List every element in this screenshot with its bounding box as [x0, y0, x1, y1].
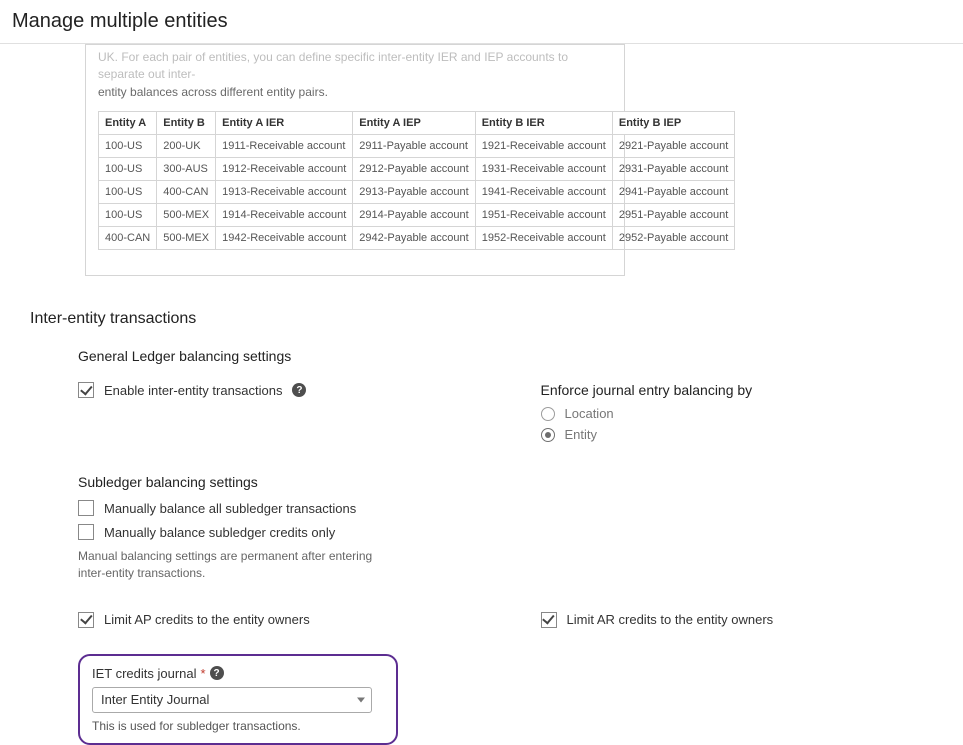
table-cell: 1931-Receivable account: [475, 158, 612, 181]
table-cell: 100-US: [99, 181, 157, 204]
table-cell: 2931-Payable account: [612, 158, 734, 181]
cb-limit-ar[interactable]: [541, 612, 557, 628]
required-icon: *: [201, 666, 206, 681]
subledger-heading: Subledger balancing settings: [78, 474, 933, 490]
enable-iet-checkbox[interactable]: [78, 382, 94, 398]
table-cell: 1951-Receivable account: [475, 204, 612, 227]
table-cell: 1914-Receivable account: [216, 204, 353, 227]
subledger-note: Manual balancing settings are permanent …: [78, 548, 378, 582]
iet-journal-select[interactable]: Inter Entity Journal: [92, 687, 372, 713]
table-cell: 2913-Payable account: [353, 181, 475, 204]
table-cell: 2914-Payable account: [353, 204, 475, 227]
table-header: Entity B IEP: [612, 112, 734, 135]
chevron-down-icon: [357, 697, 365, 702]
iet-section-heading: Inter-entity transactions: [30, 310, 933, 328]
radio-entity-label: Entity: [565, 427, 598, 442]
table-row: 100-US200-UK1911-Receivable account2911-…: [99, 135, 735, 158]
table-cell: 1911-Receivable account: [216, 135, 353, 158]
table-cell: 2952-Payable account: [612, 227, 734, 250]
table-cell: 1912-Receivable account: [216, 158, 353, 181]
iet-journal-label: IET credits journal: [92, 666, 197, 681]
table-cell: 400-CAN: [157, 181, 216, 204]
table-row: 400-CAN500-MEX1942-Receivable account294…: [99, 227, 735, 250]
table-cell: 100-US: [99, 135, 157, 158]
table-header: Entity B IER: [475, 112, 612, 135]
enforce-balancing-label: Enforce journal entry balancing by: [541, 382, 934, 398]
iet-journal-value: Inter Entity Journal: [101, 692, 209, 707]
table-cell: 2912-Payable account: [353, 158, 475, 181]
radio-location-label: Location: [565, 406, 614, 421]
table-cell: 100-US: [99, 158, 157, 181]
table-row: 100-US300-AUS1912-Receivable account2912…: [99, 158, 735, 181]
gl-heading: General Ledger balancing settings: [78, 348, 933, 364]
table-cell: 300-AUS: [157, 158, 216, 181]
cb-limit-ap-label: Limit AP credits to the entity owners: [104, 612, 310, 627]
page-title: Manage multiple entities: [0, 0, 963, 44]
radio-entity[interactable]: [541, 428, 555, 442]
table-cell: 2911-Payable account: [353, 135, 475, 158]
table-header: Entity A IEP: [353, 112, 475, 135]
enable-iet-label: Enable inter-entity transactions: [104, 383, 282, 398]
table-header: Entity A IER: [216, 112, 353, 135]
iet-journal-hint: This is used for subledger transactions.: [92, 719, 382, 733]
iet-journal-highlight: IET credits journal * ? Inter Entity Jou…: [78, 654, 398, 745]
table-cell: 100-US: [99, 204, 157, 227]
cb-balance-all-label: Manually balance all subledger transacti…: [104, 501, 356, 516]
entity-pair-table: Entity AEntity BEntity A IEREntity A IEP…: [98, 111, 735, 250]
table-row: 100-US500-MEX1914-Receivable account2914…: [99, 204, 735, 227]
table-cell: 500-MEX: [157, 204, 216, 227]
cb-limit-ar-label: Limit AR credits to the entity owners: [567, 612, 774, 627]
table-cell: 2921-Payable account: [612, 135, 734, 158]
help-icon[interactable]: ?: [210, 666, 224, 680]
table-cell: 500-MEX: [157, 227, 216, 250]
cb-balance-credits-label: Manually balance subledger credits only: [104, 525, 335, 540]
cb-balance-credits[interactable]: [78, 524, 94, 540]
table-cell: 400-CAN: [99, 227, 157, 250]
intro-second-line: entity balances across different entity …: [98, 85, 328, 99]
cb-limit-ap[interactable]: [78, 612, 94, 628]
table-header: Entity B: [157, 112, 216, 135]
table-cell: 1942-Receivable account: [216, 227, 353, 250]
table-row: 100-US400-CAN1913-Receivable account2913…: [99, 181, 735, 204]
table-cell: 200-UK: [157, 135, 216, 158]
radio-location[interactable]: [541, 407, 555, 421]
table-cell: 1921-Receivable account: [475, 135, 612, 158]
help-icon[interactable]: ?: [292, 383, 306, 397]
entity-pair-card: UK. For each pair of entities, you can d…: [85, 44, 625, 276]
table-cell: 2941-Payable account: [612, 181, 734, 204]
table-cell: 1913-Receivable account: [216, 181, 353, 204]
table-cell: 2951-Payable account: [612, 204, 734, 227]
table-cell: 1941-Receivable account: [475, 181, 612, 204]
table-cell: 2942-Payable account: [353, 227, 475, 250]
card-intro: UK. For each pair of entities, you can d…: [98, 45, 612, 111]
table-cell: 1952-Receivable account: [475, 227, 612, 250]
table-header: Entity A: [99, 112, 157, 135]
cb-balance-all[interactable]: [78, 500, 94, 516]
intro-faded-line: UK. For each pair of entities, you can d…: [98, 50, 568, 81]
